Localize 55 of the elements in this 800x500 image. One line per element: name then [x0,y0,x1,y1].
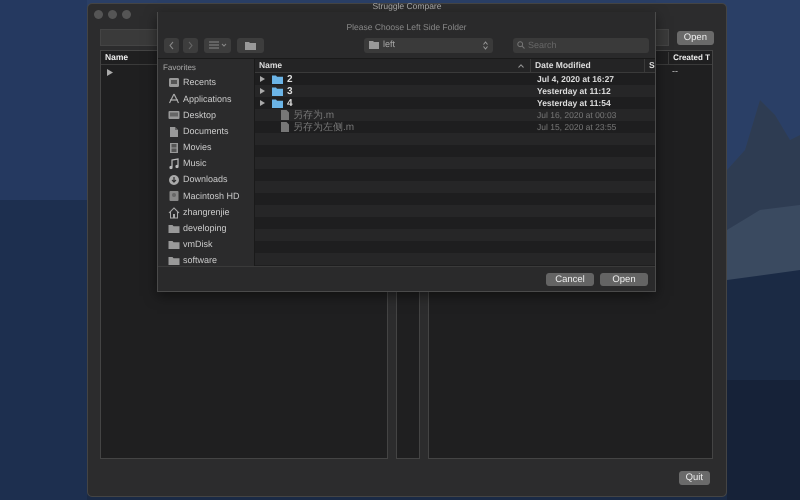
folder-icon [168,222,180,235]
table-cell-text: Jul 16, 2020 at 00:03 [536,108,616,122]
sidebar-item[interactable]: developing [163,220,254,237]
search-icon [517,41,525,49]
table-cell-text: -- [672,65,678,78]
sidebar-item[interactable]: Downloads [163,172,254,188]
column-header[interactable]: Created T [668,52,712,64]
sidebar-item[interactable]: software [163,253,254,266]
window-title: Struggle Compare [372,1,442,11]
download-icon [168,174,180,186]
cancel-button[interactable]: Cancel [546,272,594,286]
column-header[interactable]: Date Modified [531,59,645,72]
sidebar-item[interactable]: Music [163,156,254,172]
file-row[interactable]: 2 [255,72,531,86]
document-icon [168,126,180,138]
list-icon [208,41,226,49]
film-icon [168,142,180,154]
table-cell-text: Jul 15, 2020 at 23:55 [536,120,616,134]
sidebar-item[interactable]: Recents [163,75,254,92]
folder-icon [272,86,283,96]
monitor-icon [168,109,180,122]
updown-icon [483,40,488,50]
table-cell-text: Jul 4, 2020 at 16:27 [536,72,614,86]
sidebar-item[interactable]: Movies [163,140,254,156]
forward-button[interactable] [183,38,198,52]
house-icon [168,206,180,219]
disclosure-icon[interactable] [107,68,113,76]
new-folder-button[interactable] [237,38,264,52]
sidebar-item[interactable]: Desktop [163,107,254,124]
sidebar-item[interactable]: Documents [163,124,254,140]
open-button[interactable]: Open [600,272,648,286]
sidebar-item[interactable]: Macintosh HD [163,188,254,204]
sidebar-item[interactable]: zhangrenjie [163,204,254,221]
chevron-left-icon [169,40,174,50]
folder-icon [168,238,180,251]
quit-button[interactable]: Quit [678,470,710,484]
view-mode-button[interactable] [204,38,231,52]
file-row[interactable]: 3 [255,84,531,98]
table-cell-text: Yesterday at 11:12 [536,84,611,98]
dialog-title: Please Choose Left Side Folder [345,21,468,34]
sidebar-item[interactable]: Applications [163,91,254,108]
column-header[interactable]: Name [255,59,531,72]
table-cell-text: Yesterday at 11:54 [536,96,611,110]
open-button[interactable]: Open [676,30,714,44]
sidebar-item[interactable]: vmDisk [163,236,254,254]
sidebar-heading: Favorites [163,62,197,74]
music-icon [168,158,180,170]
back-button[interactable] [164,38,179,52]
folder-icon [168,255,180,266]
column-header[interactable]: S [645,59,655,72]
file-row[interactable]: 4 [255,96,531,110]
sort-caret-icon [518,64,524,68]
location-popup[interactable]: left [364,38,493,52]
chevron-right-icon [188,40,193,50]
drive-icon [168,190,180,202]
